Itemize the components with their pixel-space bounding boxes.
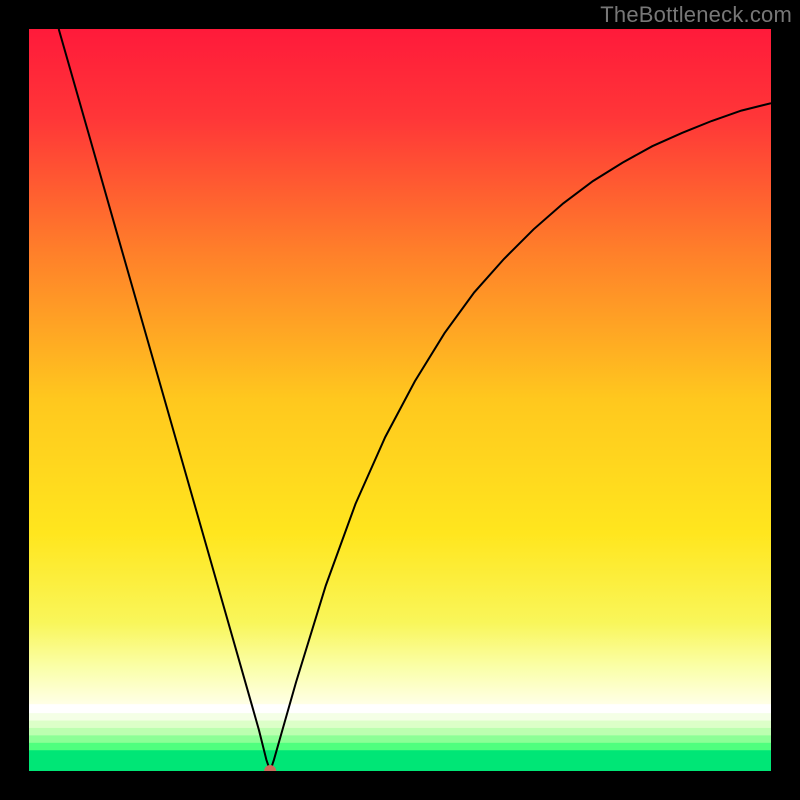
chart-frame — [29, 29, 771, 771]
watermark-text: TheBottleneck.com — [600, 2, 792, 28]
bottleneck-chart — [29, 29, 771, 771]
